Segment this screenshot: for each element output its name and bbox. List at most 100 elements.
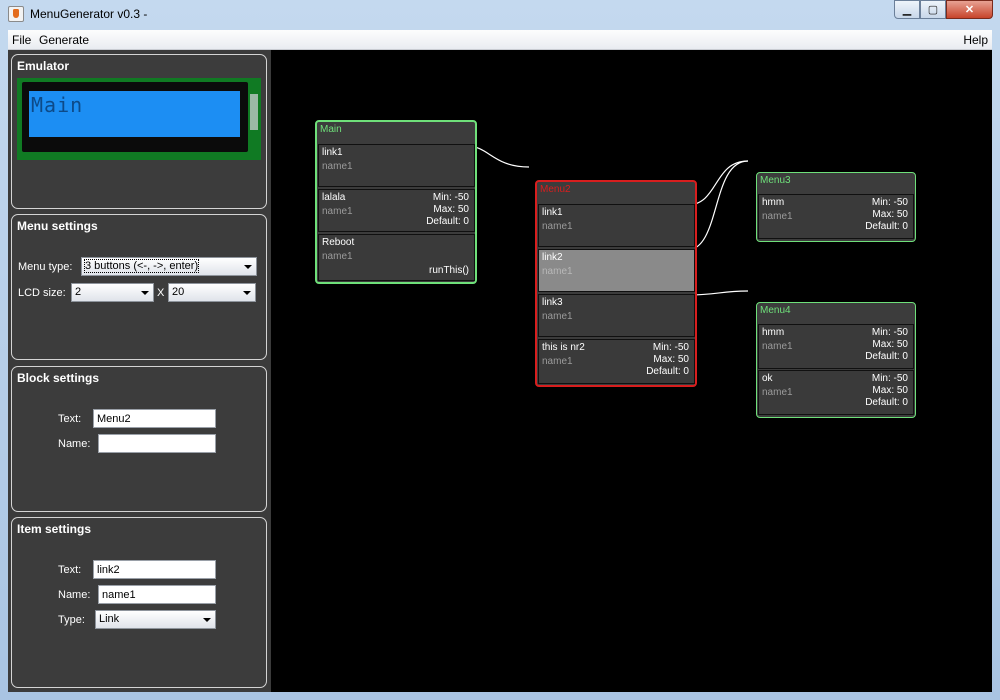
block-item[interactable]: link3 name1 — [538, 294, 695, 337]
item-name: name1 — [762, 341, 793, 352]
lcd-size-label: LCD size: — [18, 287, 66, 299]
item-text-label: Text: — [58, 564, 82, 576]
block-menu3[interactable]: Menu3 hmm name1 Min: -50 Max: 50 Default… — [756, 172, 916, 242]
menu-type-label: Menu type: — [18, 261, 73, 273]
item-type-value: Link — [99, 613, 120, 625]
item-type-select[interactable]: Link — [95, 610, 216, 629]
item-text: link1 — [542, 207, 563, 218]
block-menu4[interactable]: Menu4 hmm name1 Min: -50 Max: 50 Default… — [756, 302, 916, 418]
block-settings-panel: Block settings Text: Name: — [11, 366, 267, 512]
lcd-text: Main — [31, 93, 84, 117]
menu-help[interactable]: Help — [963, 33, 988, 47]
menu-settings-title: Menu settings — [17, 219, 98, 233]
item-settings-panel: Item settings Text: Name: Type: Link — [11, 517, 267, 688]
item-values: Min: -50 Max: 50 Default: 0 — [865, 327, 908, 363]
block-item-selected[interactable]: link2 name1 — [538, 249, 695, 292]
block-name-label: Name: — [58, 438, 91, 450]
item-default: Default: 0 — [865, 221, 908, 232]
block-item[interactable]: link1 name1 — [538, 204, 695, 247]
item-text: this is nr2 — [542, 342, 585, 353]
item-values: Min: -50 Max: 50 Default: 0 — [646, 342, 689, 378]
menu-file[interactable]: File — [12, 33, 31, 47]
item-text: ok — [762, 373, 773, 384]
title-bar[interactable]: MenuGenerator v0.3 - ▁ ▢ ✕ — [0, 0, 1000, 30]
block-title: Menu2 — [540, 184, 571, 195]
lcd-rows-value: 2 — [75, 286, 82, 298]
chevron-down-icon — [203, 618, 211, 622]
item-max: Max: 50 — [872, 209, 908, 220]
item-default: Default: 0 — [646, 366, 689, 377]
block-item[interactable]: ok name1 Min: -50 Max: 50 Default: 0 — [758, 370, 914, 415]
item-min: Min: -50 — [652, 342, 689, 353]
lcd-connector — [250, 94, 258, 130]
item-text: hmm — [762, 327, 785, 338]
item-min: Min: -50 — [432, 192, 469, 203]
item-default: Default: 0 — [426, 216, 469, 227]
lcd-frame: Main — [22, 82, 248, 152]
item-min: Min: -50 — [871, 327, 908, 338]
menu-generate[interactable]: Generate — [39, 33, 89, 47]
item-name-label: Name: — [58, 589, 91, 601]
item-name: name1 — [762, 387, 793, 398]
item-max: Max: 50 — [433, 204, 469, 215]
item-text-input[interactable] — [93, 560, 216, 579]
item-name: name1 — [542, 311, 573, 322]
lcd-cols-value: 20 — [172, 286, 185, 298]
lcd-emulator: Main — [17, 78, 261, 160]
block-title: Menu4 — [760, 305, 791, 316]
block-item[interactable]: hmm name1 Min: -50 Max: 50 Default: 0 — [758, 194, 914, 239]
menu-type-select[interactable]: 3 buttons (<-, ->, enter) — [81, 257, 257, 276]
item-name: name1 — [762, 211, 793, 222]
window-controls: ▁ ▢ ✕ — [894, 0, 993, 20]
block-item[interactable]: Reboot name1 runThis() — [318, 234, 475, 281]
item-text: hmm — [762, 197, 785, 208]
block-title: Menu3 — [760, 175, 791, 186]
block-item[interactable]: hmm name1 Min: -50 Max: 50 Default: 0 — [758, 324, 914, 369]
block-item[interactable]: lalala name1 Min: -50 Max: 50 Default: 0 — [318, 189, 475, 232]
item-values: Min: -50 Max: 50 Default: 0 — [865, 373, 908, 409]
item-values: Min: -50 Max: 50 Default: 0 — [426, 192, 469, 228]
menu-settings-panel: Menu settings Menu type: 3 buttons (<-, … — [11, 214, 267, 360]
minimize-button[interactable]: ▁ — [894, 0, 920, 19]
window-title: MenuGenerator v0.3 - — [30, 7, 148, 21]
item-text: lalala — [322, 192, 346, 203]
item-name: name1 — [542, 266, 573, 277]
item-name: name1 — [542, 221, 573, 232]
lcd-rows-select[interactable]: 2 — [71, 283, 154, 302]
item-max: Max: 50 — [653, 354, 689, 365]
maximize-button[interactable]: ▢ — [920, 0, 946, 19]
java-app-icon[interactable] — [8, 6, 24, 22]
item-min: Min: -50 — [871, 197, 908, 208]
block-title: Main — [320, 124, 342, 135]
item-text: link3 — [542, 297, 563, 308]
menu-bar: File Generate Help — [8, 30, 992, 50]
item-name: name1 — [322, 161, 353, 172]
lcd-screen: Main — [29, 91, 240, 137]
block-main[interactable]: Main link1 name1 lalala name1 Min: -50 M… — [315, 120, 477, 284]
block-menu2[interactable]: Menu2 link1 name1 link2 name1 link3 name… — [535, 180, 697, 387]
item-type-label: Type: — [58, 614, 85, 626]
item-max: Max: 50 — [872, 385, 908, 396]
lcd-cols-select[interactable]: 20 — [168, 283, 256, 302]
item-text: link1 — [322, 147, 343, 158]
block-settings-title: Block settings — [17, 371, 100, 385]
item-name: name1 — [322, 251, 353, 262]
item-text: link2 — [542, 252, 563, 263]
block-item[interactable]: link1 name1 — [318, 144, 475, 187]
item-name-input[interactable] — [98, 585, 216, 604]
block-text-input[interactable] — [93, 409, 216, 428]
emulator-title: Emulator — [17, 59, 70, 73]
lcd-size-x: X — [157, 287, 165, 299]
client-area: File Generate Help Emulator Main Menu se… — [8, 30, 992, 692]
close-button[interactable]: ✕ — [946, 0, 993, 19]
item-values: Min: -50 Max: 50 Default: 0 — [865, 197, 908, 233]
block-item[interactable]: this is nr2 name1 Min: -50 Max: 50 Defau… — [538, 339, 695, 384]
chevron-down-icon — [141, 291, 149, 295]
block-text-label: Text: — [58, 413, 82, 425]
menu-graph-canvas[interactable]: Main link1 name1 lalala name1 Min: -50 M… — [271, 50, 992, 692]
item-name: name1 — [322, 206, 353, 217]
item-name: name1 — [542, 356, 573, 367]
item-default: Default: 0 — [865, 351, 908, 362]
menu-type-value: 3 buttons (<-, ->, enter) — [83, 259, 200, 273]
block-name-input[interactable] — [98, 434, 216, 453]
